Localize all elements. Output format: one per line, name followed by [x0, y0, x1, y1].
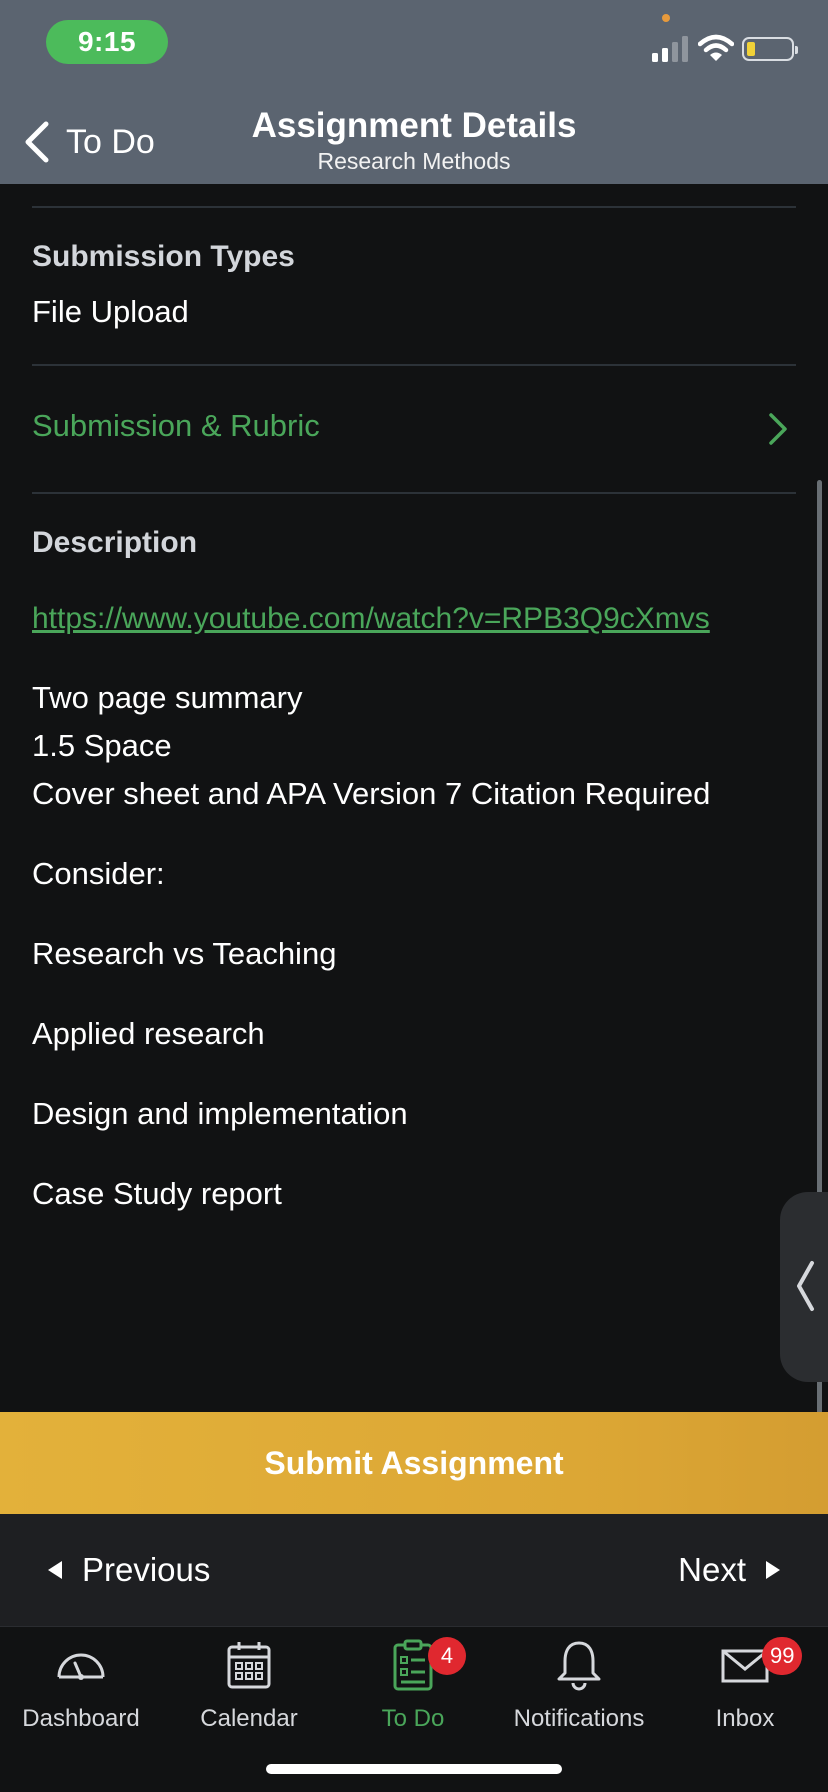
divider	[32, 206, 796, 208]
navigation-header: 9:15 To Do Assignment Details Research M…	[0, 0, 828, 184]
calendar-icon	[227, 1642, 271, 1689]
previous-button[interactable]: Previous	[48, 1546, 210, 1594]
battery-level	[747, 42, 755, 56]
description-line: Research vs Teaching	[32, 936, 337, 971]
status-time: 9:15	[46, 20, 168, 64]
description-line: Case Study report	[32, 1176, 282, 1211]
tab-dashboard[interactable]: Dashboard	[0, 1637, 164, 1747]
description-line: Design and implementation	[32, 1096, 408, 1131]
tab-calendar[interactable]: Calendar	[166, 1637, 332, 1747]
next-button[interactable]: Next	[678, 1546, 780, 1594]
caret-right-icon	[766, 1561, 780, 1579]
submission-types-value: File Upload	[32, 294, 189, 329]
tab-notifications-label: Notifications	[513, 1705, 645, 1732]
privacy-indicator-dot	[662, 14, 670, 22]
description-line: 1.5 Space	[32, 728, 172, 763]
home-indicator[interactable]	[266, 1764, 562, 1774]
caret-left-icon	[48, 1561, 62, 1579]
description-label: Description	[32, 526, 198, 559]
wifi-icon	[698, 34, 734, 61]
description-line: Consider:	[32, 856, 165, 891]
submission-types-label: Submission Types	[32, 240, 295, 273]
description-youtube-link[interactable]: https://www.youtube.com/watch?v=RPB3Q9cX…	[32, 602, 710, 636]
inbox-count-badge: 99	[762, 1637, 803, 1675]
next-label: Next	[678, 1551, 746, 1588]
tab-todo[interactable]: To Do 4	[330, 1637, 496, 1747]
bell-icon	[557, 1641, 601, 1691]
description-line: Applied research	[32, 1016, 265, 1051]
tab-notifications[interactable]: Notifications	[496, 1637, 662, 1747]
divider	[32, 492, 796, 494]
todo-count-badge: 4	[428, 1637, 466, 1675]
description-line: Two page summary	[32, 680, 303, 715]
tab-inbox[interactable]: Inbox 99	[662, 1637, 828, 1747]
tab-dashboard-label: Dashboard	[22, 1705, 140, 1732]
side-drawer-handle[interactable]	[780, 1192, 828, 1382]
page-title: Assignment Details	[251, 106, 577, 145]
tab-todo-label: To Do	[381, 1705, 445, 1732]
dashboard-gauge-icon	[57, 1653, 105, 1680]
chevron-right-icon	[769, 413, 787, 445]
battery-icon	[742, 37, 798, 61]
tab-inbox-label: Inbox	[715, 1705, 775, 1732]
chevron-left-icon	[797, 1261, 814, 1311]
page-subtitle: Research Methods	[317, 148, 511, 174]
description-line: Cover sheet and APA Version 7 Citation R…	[32, 776, 711, 811]
submission-rubric-label: Submission & Rubric	[32, 408, 320, 443]
assignment-details-content[interactable]: Submission Types File Upload Submission …	[0, 184, 828, 1412]
submit-assignment-label: Submit Assignment	[264, 1444, 564, 1481]
tab-calendar-label: Calendar	[200, 1705, 298, 1732]
previous-next-bar: Previous Next	[0, 1514, 828, 1626]
previous-label: Previous	[82, 1551, 211, 1588]
submission-rubric-row[interactable]: Submission & Rubric	[0, 366, 828, 494]
cellular-signal-icon	[652, 36, 688, 62]
submit-assignment-button[interactable]: Submit Assignment	[0, 1412, 828, 1514]
